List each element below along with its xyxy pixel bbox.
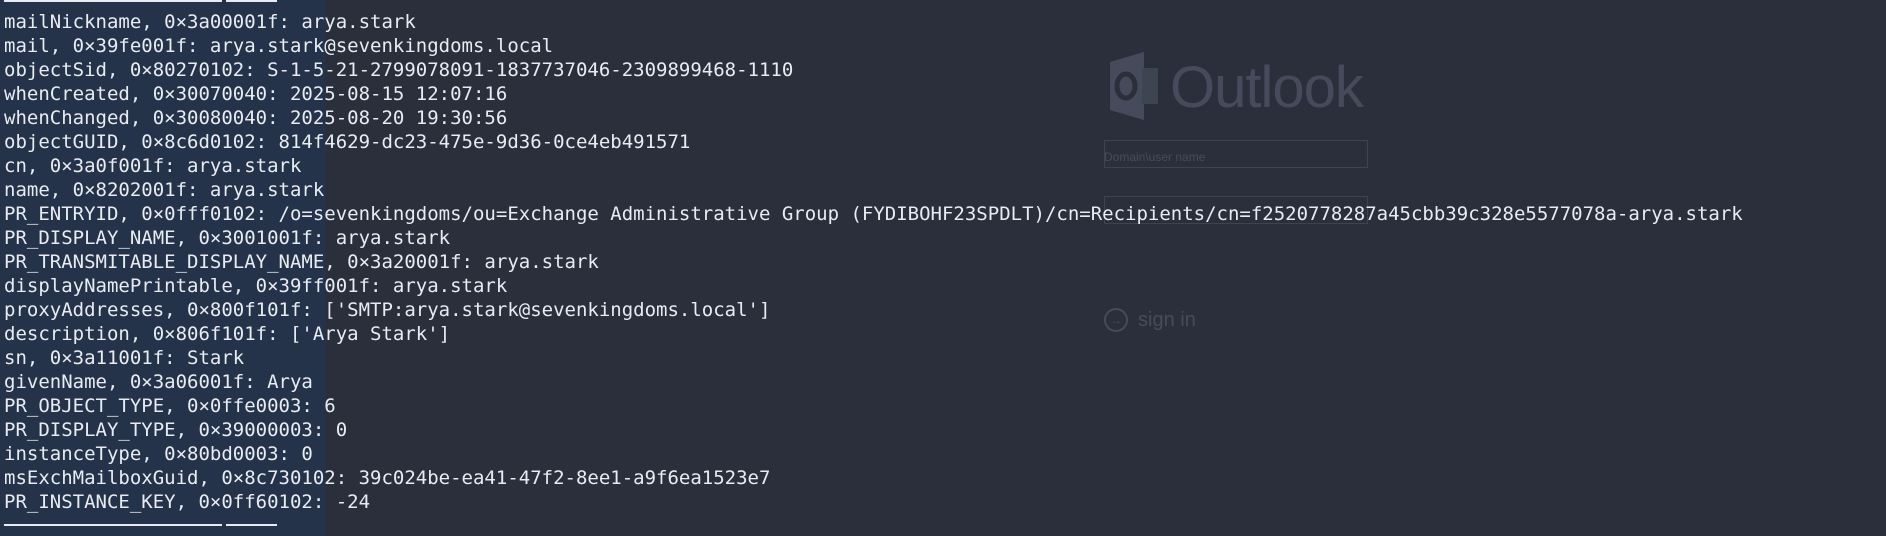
terminal-line: mail, 0×39fe001f: arya.stark@sevenkingdo… — [4, 35, 554, 57]
terminal-line: cn, 0×3a0f001f: arya.stark — [4, 155, 302, 177]
table-border-bottom — [4, 524, 277, 526]
terminal-line: instanceType, 0×80bd0003: 0 — [4, 443, 313, 465]
terminal-line: givenName, 0×3a06001f: Arya — [4, 371, 313, 393]
terminal-line: PR_ENTRYID, 0×0fff0102: /o=sevenkingdoms… — [4, 203, 1743, 225]
terminal-line: description, 0×806f101f: ['Arya Stark'] — [4, 323, 451, 345]
terminal-line: PR_TRANSMITABLE_DISPLAY_NAME, 0×3a20001f… — [4, 251, 599, 273]
terminal-line: PR_DISPLAY_TYPE, 0×39000003: 0 — [4, 419, 348, 441]
terminal-line: PR_OBJECT_TYPE, 0×0ffe0003: 6 — [4, 395, 336, 417]
terminal-line: whenChanged, 0×30080040: 2025-08-20 19:3… — [4, 107, 508, 129]
terminal-line: msExchMailboxGuid, 0×8c730102: 39c024be-… — [4, 467, 771, 489]
terminal-output: mailNickname, 0×3a00001f: arya.stark mail… — [4, 10, 1886, 536]
terminal-line: whenCreated, 0×30070040: 2025-08-15 12:0… — [4, 83, 508, 105]
terminal-line: objectSid, 0×80270102: S-1-5-21-27990780… — [4, 59, 794, 81]
terminal-line: displayNamePrintable, 0×39ff001f: arya.s… — [4, 275, 508, 297]
terminal-line: mailNickname, 0×3a00001f: arya.stark — [4, 11, 416, 33]
terminal-line: name, 0×8202001f: arya.stark — [4, 179, 325, 201]
terminal-line: PR_INSTANCE_KEY, 0×0ff60102: -24 — [4, 491, 371, 513]
terminal-line: sn, 0×3a11001f: Stark — [4, 347, 245, 369]
terminal-line: PR_DISPLAY_NAME, 0×3001001f: arya.stark — [4, 227, 451, 249]
terminal-line: objectGUID, 0×8c6d0102: 814f4629-dc23-47… — [4, 131, 691, 153]
attribute-list: mailNickname, 0×3a00001f: arya.stark mail… — [4, 10, 1886, 514]
terminal-line: proxyAddresses, 0×800f101f: ['SMTP:arya.… — [4, 299, 771, 321]
table-border-top — [4, 0, 277, 2]
